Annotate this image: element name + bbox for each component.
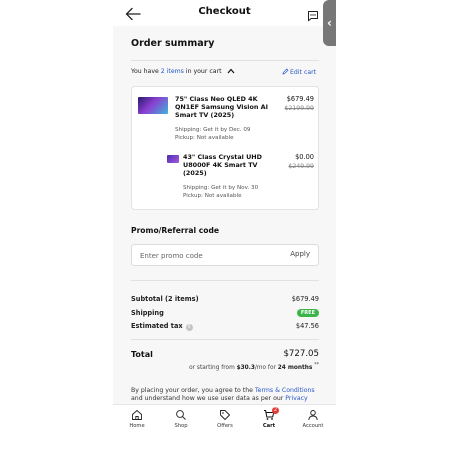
installment-term: 24 months [277, 364, 313, 371]
item-shipping: Shipping: Get it by Nov. 30 [183, 185, 259, 191]
item-name: 43" Class Crystal UHD U8000F 4K Smart TV… [183, 153, 262, 177]
edit-cart-link[interactable]: Edit cart [282, 68, 316, 76]
legal-prefix: By placing your order, you agree to the [131, 387, 255, 394]
cart-items-link[interactable]: 2 items [161, 68, 184, 75]
tv-thumbnail [167, 155, 179, 163]
nav-shop[interactable]: Shop [161, 409, 201, 429]
checkout-content[interactable]: Order summary You have 2 items in your c… [113, 26, 336, 404]
free-shipping-badge: FREE [296, 309, 319, 317]
cart-line-prefix: You have [131, 68, 161, 75]
nav-label: Account [302, 423, 324, 429]
item-price: $679.49 $2199.99 [284, 95, 314, 113]
pencil-icon [282, 68, 289, 75]
search-icon [176, 410, 186, 420]
promo-code-input[interactable] [140, 249, 280, 262]
top-bar: Checkout [113, 0, 336, 26]
item-meta: Shipping: Get it by Nov. 30 Pickup: Not … [183, 185, 283, 200]
order-summary-title: Order summary [131, 38, 215, 49]
cart-line-suffix: in your cart [183, 68, 222, 75]
shipping-label: Shipping [131, 309, 164, 317]
shipping-row: Shipping FREE [131, 309, 319, 317]
person-icon [308, 410, 318, 421]
item-name: 75" Class Neo QLED 4K QN1EF Samsung Visi… [175, 95, 268, 119]
tax-label: Estimated tax [131, 322, 183, 330]
item-meta: Shipping: Get it by Dec. 09 Pickup: Not … [175, 127, 275, 142]
tag-icon [220, 410, 230, 420]
nav-home[interactable]: Home [117, 409, 157, 429]
promo-field: Apply [131, 244, 319, 266]
installment-footnote: ** [314, 363, 319, 368]
item-pickup: Pickup: Not available [175, 134, 234, 141]
item-original-price: $249.99 [288, 163, 314, 170]
checkout-screen: Checkout Order summary You have 2 items … [113, 0, 336, 450]
nav-label: Shop [174, 423, 188, 429]
nav-offers[interactable]: Offers [205, 409, 245, 429]
cart-count-line: You have 2 items in your cart [131, 68, 235, 76]
legal-text: By placing your order, you agree to the … [131, 387, 323, 404]
promo-title: Promo/Referral code [131, 226, 220, 235]
subtotal-value: $679.49 [291, 295, 319, 303]
item-original-price: $2199.99 [284, 105, 314, 112]
apply-button[interactable]: Apply [290, 250, 310, 258]
total-value: $727.05 [283, 349, 319, 359]
page-title: Checkout [198, 6, 251, 17]
item-current-price: $0.00 [295, 153, 314, 161]
nav-account[interactable]: Account [293, 409, 333, 429]
subtotal-row: Subtotal (2 items) $679.49 [131, 295, 319, 303]
nav-label: Cart [262, 423, 276, 429]
nav-label: Offers [217, 423, 233, 429]
nav-cart[interactable]: 2 Cart [249, 407, 289, 429]
total-label: Total [131, 350, 153, 359]
cart-count-badge: 2 [272, 407, 279, 414]
chat-icon [308, 11, 318, 22]
divider [131, 339, 319, 340]
nav-label: Home [129, 423, 145, 429]
installment-prefix: or starting from [189, 364, 237, 371]
item-shipping: Shipping: Get it by Dec. 09 [175, 127, 251, 133]
cart-items-card: 75" Class Neo QLED 4K QN1EF Samsung Visi… [131, 86, 319, 210]
home-icon [132, 410, 142, 420]
tv-thumbnail [138, 97, 168, 114]
edit-cart-label: Edit cart [290, 69, 317, 76]
bottom-nav: Home Shop Offers 2 Cart Account [113, 404, 336, 434]
item-price: $0.00 $249.99 [288, 153, 314, 171]
chevron-up-icon[interactable] [227, 68, 235, 76]
chat-button[interactable] [307, 7, 319, 22]
gesture-bar [113, 434, 336, 450]
installment-line: or starting from $30.3/mo for 24 months … [189, 363, 319, 371]
tax-value: $47.56 [295, 322, 319, 330]
installment-mid: /mo for [254, 364, 278, 371]
privacy-link[interactable]: Privacy [285, 395, 307, 402]
legal-middle: and understand how we use user data as p… [131, 395, 286, 403]
divider [131, 280, 319, 281]
item-current-price: $679.49 [286, 95, 314, 103]
side-panel-tab[interactable]: ‹ [323, 0, 336, 46]
subtotal-label: Subtotal (2 items) [131, 295, 199, 303]
installment-amount: $30.3 [236, 364, 255, 371]
terms-link[interactable]: Terms & Conditions [255, 387, 315, 394]
divider [131, 60, 319, 61]
tax-row: Estimated tax i $47.56 [131, 322, 319, 331]
item-pickup: Pickup: Not available [183, 192, 242, 199]
info-icon[interactable]: i [185, 324, 193, 331]
